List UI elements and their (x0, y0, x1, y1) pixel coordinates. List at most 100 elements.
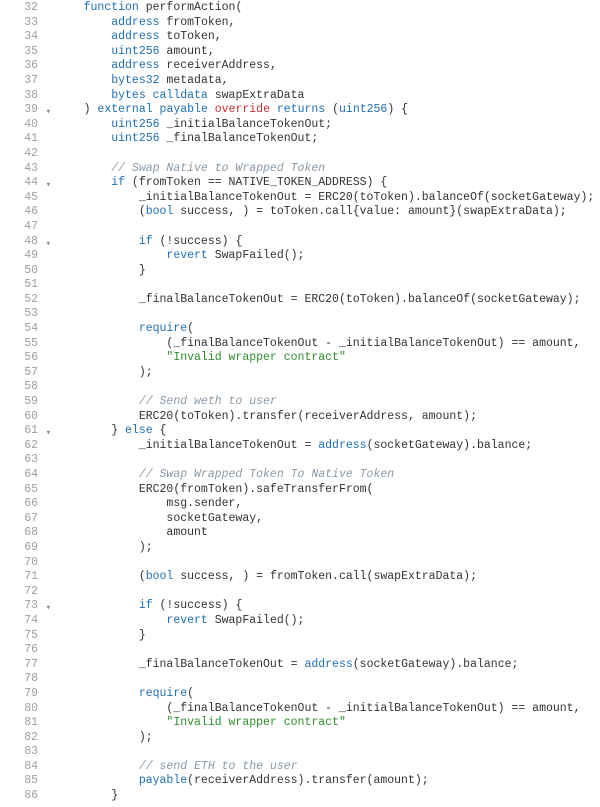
code-token: revert (56, 249, 208, 262)
code-token: amount, (160, 45, 215, 58)
code-area[interactable]: function performAction( address fromToke… (42, 0, 600, 807)
code-line[interactable]: _finalBalanceTokenOut = address(socketGa… (56, 658, 600, 673)
line-number: 86 (0, 789, 42, 804)
fold-toggle-icon[interactable]: ▾ (46, 178, 51, 193)
code-line[interactable] (56, 220, 600, 235)
code-line[interactable]: amount (56, 526, 600, 541)
code-line[interactable]: _initialBalanceTokenOut = ERC20(toToken)… (56, 191, 600, 206)
line-number: 35 (0, 45, 42, 60)
code-token: ( (56, 570, 146, 583)
code-line[interactable]: (_finalBalanceTokenOut - _initialBalance… (56, 337, 600, 352)
code-line[interactable] (56, 278, 600, 293)
line-number: 64 (0, 468, 42, 483)
code-token: } (56, 629, 146, 642)
code-line[interactable]: if (fromToken == NATIVE_TOKEN_ADDRESS) { (56, 176, 600, 191)
code-line[interactable]: (bool success, ) = fromToken.call(swapEx… (56, 570, 600, 585)
code-line[interactable]: // Swap Native to Wrapped Token (56, 162, 600, 177)
code-line[interactable]: ERC20(fromToken).safeTransferFrom( (56, 483, 600, 498)
code-line[interactable]: "Invalid wrapper contract" (56, 351, 600, 366)
code-line[interactable]: bytes calldata swapExtraData (56, 89, 600, 104)
code-line[interactable]: _initialBalanceTokenOut = address(socket… (56, 439, 600, 454)
code-line[interactable]: // Send weth to user (56, 395, 600, 410)
code-line[interactable] (56, 643, 600, 658)
code-token: (receiverAddress).transfer(amount); (187, 774, 429, 787)
fold-toggle-icon[interactable]: ▾ (46, 426, 51, 441)
code-token: "Invalid wrapper contract" (56, 716, 346, 729)
code-line[interactable]: if (!success) { (56, 599, 600, 614)
code-token: _initialBalanceTokenOut = (56, 439, 318, 452)
code-line[interactable]: _finalBalanceTokenOut = ERC20(toToken).b… (56, 293, 600, 308)
code-line[interactable]: address toToken, (56, 30, 600, 45)
code-token: metadata, (160, 74, 229, 87)
code-token: (socketGateway).balance; (353, 658, 519, 671)
fold-toggle-icon[interactable]: ▾ (46, 237, 51, 252)
code-token: SwapFailed(); (208, 249, 305, 262)
code-line[interactable]: uint256 amount, (56, 45, 600, 60)
code-token: { (153, 424, 167, 437)
code-token: (socketGateway).balance; (367, 439, 533, 452)
code-line[interactable]: } else { (56, 424, 600, 439)
code-line[interactable]: ERC20(toToken).transfer(receiverAddress,… (56, 410, 600, 425)
fold-toggle-icon[interactable]: ▾ (46, 601, 51, 616)
code-line[interactable]: } (56, 629, 600, 644)
fold-toggle-icon[interactable]: ▾ (46, 105, 51, 120)
line-number: 78 (0, 672, 42, 687)
code-token: // Swap Wrapped Token To Native Token (56, 468, 394, 481)
code-line[interactable]: if (!success) { (56, 235, 600, 250)
code-line[interactable]: payable(receiverAddress).transfer(amount… (56, 774, 600, 789)
line-number: 62 (0, 439, 42, 454)
code-line[interactable] (56, 380, 600, 395)
code-token: fromToken, (160, 16, 236, 29)
code-token: receiverAddress, (160, 59, 277, 72)
line-number: 48▾ (0, 235, 42, 250)
code-line[interactable]: address fromToken, (56, 16, 600, 31)
code-line[interactable]: ) external payable override returns (uin… (56, 103, 600, 118)
code-line[interactable]: msg.sender, (56, 497, 600, 512)
code-line[interactable] (56, 147, 600, 162)
code-line[interactable]: require( (56, 322, 600, 337)
code-line[interactable]: (bool success, ) = toToken.call{value: a… (56, 205, 600, 220)
code-token: _finalBalanceTokenOut = (56, 658, 304, 671)
line-number: 41 (0, 132, 42, 147)
code-line[interactable] (56, 453, 600, 468)
code-token: toToken, (160, 30, 222, 43)
code-line[interactable] (56, 556, 600, 571)
line-number: 56 (0, 351, 42, 366)
code-line[interactable]: "Invalid wrapper contract" (56, 716, 600, 731)
code-token: uint256 (339, 103, 387, 116)
code-line[interactable]: require( (56, 687, 600, 702)
line-number: 69 (0, 541, 42, 556)
code-token: (!success) { (153, 235, 243, 248)
code-line[interactable]: revert SwapFailed(); (56, 614, 600, 629)
line-number: 65 (0, 483, 42, 498)
code-line[interactable]: socketGateway, (56, 512, 600, 527)
code-line[interactable]: (_finalBalanceTokenOut - _initialBalance… (56, 702, 600, 717)
code-token: ( (187, 687, 194, 700)
line-number: 67 (0, 512, 42, 527)
code-line[interactable]: ); (56, 541, 600, 556)
code-token: calldata (153, 89, 208, 102)
code-line[interactable]: ); (56, 731, 600, 746)
code-line[interactable] (56, 307, 600, 322)
code-line[interactable]: // send ETH to the user (56, 760, 600, 775)
code-line[interactable]: address receiverAddress, (56, 59, 600, 74)
code-line[interactable]: } (56, 264, 600, 279)
line-number: 80 (0, 702, 42, 717)
code-line[interactable] (56, 745, 600, 760)
code-line[interactable]: ); (56, 366, 600, 381)
code-line[interactable]: bytes32 metadata, (56, 74, 600, 89)
code-editor: 3233343536373839▾4041424344▾45464748▾495… (0, 0, 600, 807)
code-token: returns (277, 103, 325, 116)
code-token: } (56, 264, 146, 277)
code-line[interactable]: uint256 _finalBalanceTokenOut; (56, 132, 600, 147)
code-line[interactable]: } (56, 789, 600, 804)
line-number: 38 (0, 89, 42, 104)
code-line[interactable] (56, 672, 600, 687)
code-line[interactable]: revert SwapFailed(); (56, 249, 600, 264)
code-line[interactable]: function performAction( (56, 1, 600, 16)
code-token: if (56, 176, 125, 189)
code-token: payable (160, 103, 208, 116)
code-line[interactable]: uint256 _initialBalanceTokenOut; (56, 118, 600, 133)
code-line[interactable] (56, 585, 600, 600)
code-line[interactable]: // Swap Wrapped Token To Native Token (56, 468, 600, 483)
